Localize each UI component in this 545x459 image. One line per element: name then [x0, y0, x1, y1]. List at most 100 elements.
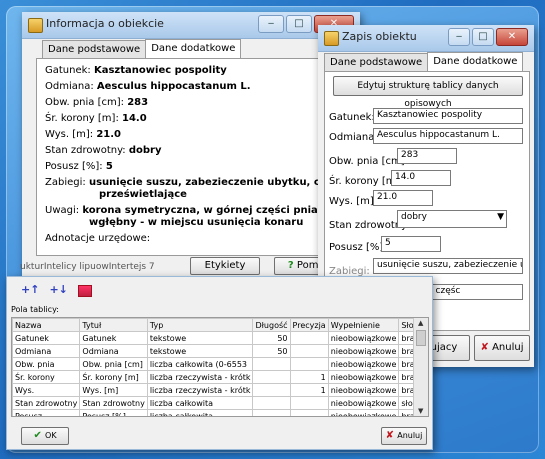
gatunek-label: Gatunek:	[329, 112, 375, 123]
table-cell: Śr. korony [m]	[79, 370, 148, 384]
row-gatunek: Gatunek: Kasztanowiec pospolity	[45, 65, 227, 76]
table-row[interactable]: Śr. korony Śr. korony [m] liczba rzeczywis…	[12, 370, 428, 384]
table-row[interactable]: Obw. pnia Obw. pnia [cm] liczba całkowita …	[12, 357, 428, 371]
table-cell: 1	[289, 383, 329, 397]
row-zabiegi: Zabiegi: usunięcie suszu, zabezieczenie …	[45, 177, 347, 188]
help-icon: ?	[287, 260, 294, 271]
minimize-icon[interactable]: ‒	[448, 28, 470, 46]
scroll-down-icon[interactable]: ▼	[418, 407, 423, 415]
tab-dane-podstawowe[interactable]: Dane podstawowe	[324, 53, 429, 72]
table-cell: nieobowiązkowe	[327, 331, 400, 345]
posusz-field[interactable]: 5	[381, 236, 441, 252]
row-zabiegi-cont: prześwietlające	[99, 189, 187, 200]
row-sr-korony: Śr. korony [m]: 14.0	[45, 113, 147, 124]
table-cell	[289, 396, 329, 410]
cancel-label: Anuluj	[492, 342, 524, 353]
table-row[interactable]: Stan zdrowotny Stan zdrowotny liczba całko…	[12, 396, 428, 410]
table-cell: liczba rzeczywista - krótk	[146, 383, 254, 397]
etykiety-button[interactable]: Etykiety	[190, 257, 260, 275]
vertical-scrollbar[interactable]: ▲ ▼	[413, 318, 428, 416]
tab-dane-podstawowe[interactable]: Dane podstawowe	[42, 40, 147, 59]
wys-field[interactable]: 21.0	[373, 190, 433, 206]
cancel-button[interactable]: ✘ Anuluj	[474, 335, 530, 361]
bottom-obscured-text: ukturIntelicy lipuowIntertejs 7	[20, 262, 155, 272]
table-cell: Wys.	[12, 383, 81, 397]
table-cell: liczba całkowita	[146, 409, 254, 416]
column-header[interactable]: Długość	[252, 318, 291, 332]
pola-label: Pola tablicy:	[11, 305, 59, 314]
tab-dane-dodatkowe[interactable]: Dane dodatkowe	[145, 39, 242, 58]
table-cell: nieobowiązkowe	[327, 344, 400, 358]
add-field-icon[interactable]: +↑	[21, 283, 39, 297]
check-icon: ✔	[33, 430, 42, 441]
ok-label: OK	[45, 431, 57, 440]
column-header[interactable]: Tytuł	[79, 318, 148, 332]
table-cell: Stan zdrowotny	[79, 396, 148, 410]
cancel-x-icon: ✘	[480, 342, 489, 353]
close-icon[interactable]: ✕	[496, 28, 528, 46]
cancel-label: Anuluj	[397, 431, 423, 440]
table-cell	[252, 357, 291, 371]
table-cell	[289, 357, 329, 371]
maximize-icon[interactable]: □	[286, 15, 312, 33]
tab-dane-dodatkowe[interactable]: Dane dodatkowe	[427, 52, 524, 71]
cancel-button[interactable]: ✘ Anuluj	[381, 427, 427, 445]
stan-select-value: dobry	[401, 212, 427, 222]
table-cell	[252, 409, 291, 416]
table-cell: Odmiana	[12, 344, 81, 358]
table-header-row: Nazwa Tytuł Typ Długość Precyzja Wypełni…	[12, 318, 428, 332]
minimize-icon[interactable]: ‒	[258, 15, 284, 33]
fields-table: Nazwa Tytuł Typ Długość Precyzja Wypełni…	[12, 318, 428, 416]
sr-field[interactable]: 14.0	[391, 170, 451, 186]
row-obw: Obw. pnia [cm]: 283	[45, 97, 149, 108]
table-cell: Gatunek	[12, 331, 81, 345]
scroll-thumb[interactable]	[416, 330, 426, 346]
gatunek-field[interactable]: Kasztanowiec pospolity	[373, 108, 523, 124]
table-cell: Posusz [%]	[79, 409, 148, 416]
insert-field-icon[interactable]: +↓	[49, 283, 67, 297]
table-cell	[289, 344, 329, 358]
table-cell	[252, 383, 291, 397]
table-cell: Obw. pnia	[12, 357, 81, 371]
row-uwagi: Uwagi: korona symetryczna, w górnej częś…	[45, 205, 361, 216]
table-row[interactable]: Gatunek Gatunek tekstowe 50 nieobowiązkowe br…	[12, 331, 428, 345]
table-cell: Stan zdrowotny	[12, 396, 81, 410]
table-cell	[252, 370, 291, 384]
scroll-up-icon[interactable]: ▲	[418, 319, 423, 327]
posusz-label: Posusz [%]:	[329, 242, 387, 253]
odmiana-label: Odmiana:	[329, 132, 378, 143]
table-cell: Śr. korony	[12, 370, 81, 384]
zabiegi-field[interactable]: usunięcie suszu, zabezieczenie ubył	[373, 258, 523, 274]
stan-select[interactable]: dobry ▼	[397, 210, 507, 228]
table-cell	[252, 396, 291, 410]
table-cell	[289, 331, 329, 345]
table-row[interactable]: Odmiana Odmiana tekstowe 50 nieobowiązkowe br…	[12, 344, 428, 358]
column-header[interactable]: Typ	[146, 318, 254, 332]
delete-field-icon[interactable]	[77, 285, 92, 297]
cancel-x-icon: ✘	[385, 430, 395, 441]
row-wys: Wys. [m]: 21.0	[45, 129, 121, 140]
chevron-down-icon[interactable]: ▼	[497, 212, 504, 222]
ok-button[interactable]: ✔ OK	[21, 427, 69, 445]
zapis-window-titlebar[interactable]: Zapis obiektu ‒ □ ✕	[318, 25, 534, 52]
column-header[interactable]: Wypełnienie	[327, 318, 400, 332]
obw-field[interactable]: 283	[397, 148, 457, 164]
column-header[interactable]: Precyzja	[289, 318, 329, 332]
table-row[interactable]: Wys. Wys. [m] liczba rzeczywista - krótk 1 n…	[12, 383, 428, 397]
maximize-icon[interactable]: □	[472, 28, 494, 46]
row-odmiana: Odmiana: Aesculus hippocastanum L.	[45, 81, 251, 92]
table-cell: nieobowiązkowe	[327, 357, 400, 371]
row-posusz: Posusz [%]: 5	[45, 161, 113, 172]
table-cell: nieobowiązkowe	[327, 409, 400, 416]
column-header[interactable]: Nazwa	[12, 318, 81, 332]
table-cell: tekstowe	[146, 344, 254, 358]
edit-structure-button[interactable]: Edytuj strukturę tablicy danych opisowyc…	[333, 76, 523, 109]
table-row[interactable]: Posusz Posusz [%] liczba całkowita nieobowi…	[12, 409, 428, 416]
table-cell: Gatunek	[79, 331, 148, 345]
info-window-titlebar[interactable]: Informacja o obiekcie ‒ □ ✕	[22, 12, 360, 39]
table-cell: 50	[252, 331, 291, 345]
table-cell: Posusz	[12, 409, 81, 416]
table-cell: liczba całkowita (0-6553	[146, 357, 254, 371]
odmiana-field[interactable]: Aesculus hippocastanum L.	[373, 128, 523, 144]
app-icon	[28, 18, 43, 33]
